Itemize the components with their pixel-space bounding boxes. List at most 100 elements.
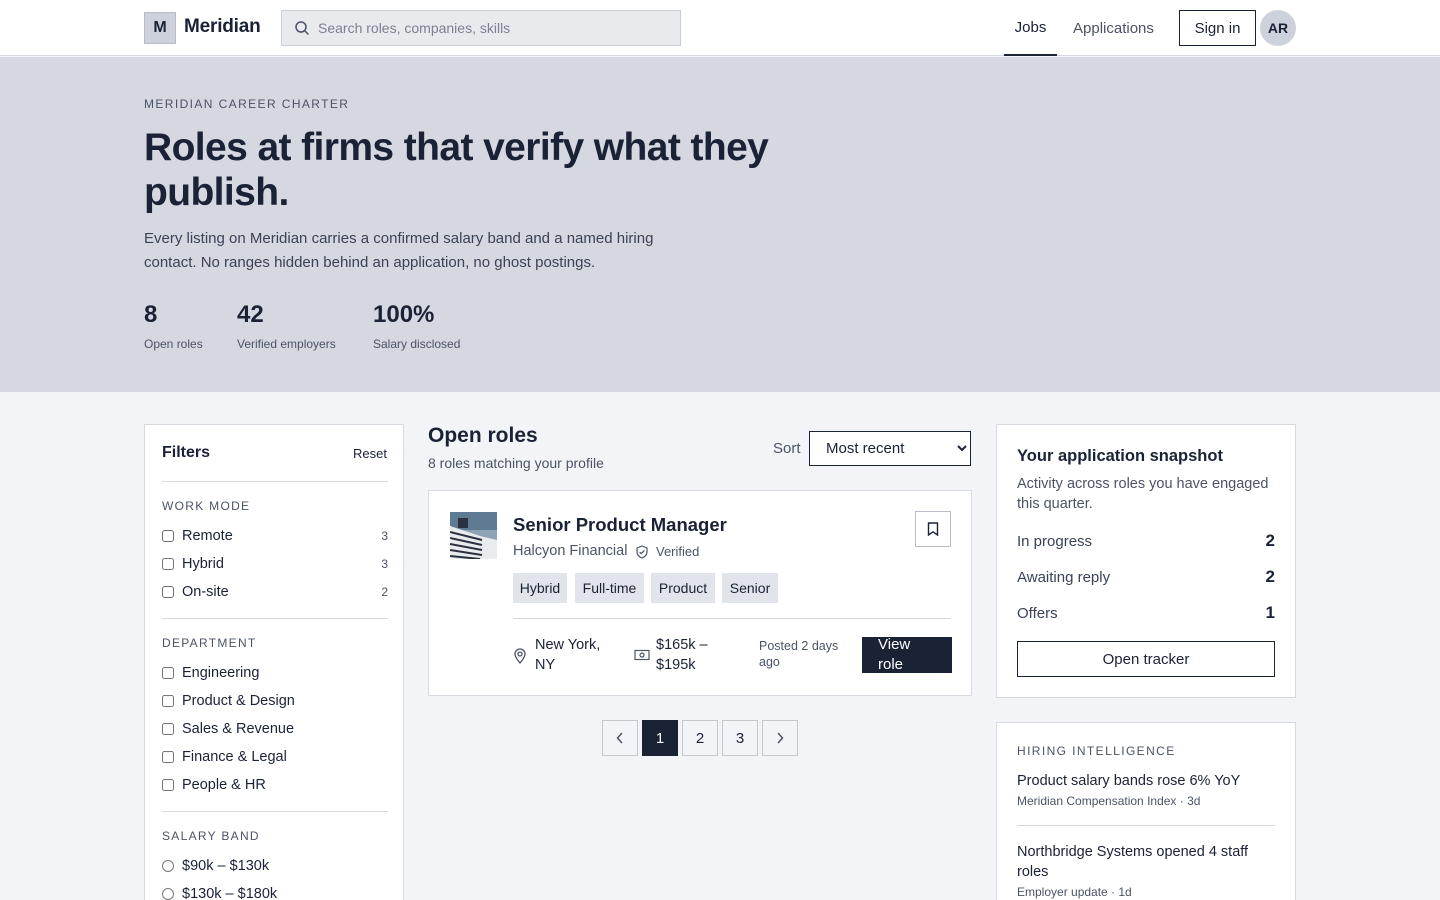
page-button-2[interactable]: 2	[682, 720, 718, 756]
filter-count: 2	[381, 585, 388, 599]
filter-finance-legal[interactable]: Finance & Legal	[162, 747, 388, 767]
hero-description: Every listing on Meridian carries a conf…	[144, 230, 654, 271]
divider	[162, 811, 388, 812]
salary-130-180-radio[interactable]	[162, 888, 174, 900]
reset-filters-button[interactable]: Reset	[353, 446, 387, 461]
open-tracker-button[interactable]: Open tracker	[1017, 641, 1275, 677]
snapshot-description: Activity across roles you have engaged t…	[1017, 476, 1269, 512]
snapshot-title: Your application snapshot	[1017, 447, 1223, 465]
remote-checkbox[interactable]	[162, 530, 174, 542]
snapshot-value: 2	[1265, 567, 1275, 586]
bookmark-icon	[927, 522, 939, 536]
hero-eyebrow: MERIDIAN CAREER CHARTER	[144, 97, 350, 111]
filter-label: Remote	[182, 528, 233, 544]
verified-shield-icon	[636, 545, 648, 559]
hybrid-checkbox[interactable]	[162, 558, 174, 570]
page-button-1[interactable]: 1	[642, 720, 678, 756]
filter-label: On-site	[182, 584, 229, 600]
search-icon	[295, 21, 309, 35]
company-image	[450, 512, 497, 559]
sign-in-button[interactable]: Sign in	[1179, 10, 1256, 46]
results-title: Open roles	[428, 424, 538, 447]
snapshot-label: Offers	[1017, 604, 1058, 622]
filter-label: $130k – $180k	[182, 886, 278, 900]
job-salary: $165k – $195k	[656, 637, 708, 673]
on-site-checkbox[interactable]	[162, 586, 174, 598]
job-location: New York, NY	[535, 637, 601, 673]
stat-label: Verified employers	[237, 337, 336, 351]
user-avatar[interactable]: AR	[1260, 10, 1296, 46]
next-page-button[interactable]	[762, 720, 798, 756]
tag-full-time: Full-time	[575, 573, 644, 603]
bookmark-button[interactable]	[915, 511, 951, 547]
people-hr-checkbox[interactable]	[162, 779, 174, 791]
filter-product-design[interactable]: Product & Design	[162, 691, 388, 711]
filter-label: Finance & Legal	[182, 749, 287, 765]
job-title[interactable]: Senior Product Manager	[513, 514, 727, 536]
intel-headline[interactable]: Northbridge Systems opened 4 staff roles	[1017, 842, 1277, 882]
application-snapshot-card: Your application snapshot Activity acros…	[996, 424, 1296, 698]
product-design-checkbox[interactable]	[162, 695, 174, 707]
stat-salary-disclosed: 100% Salary disclosed	[373, 301, 460, 351]
stat-verified-employers: 42 Verified employers	[237, 301, 336, 351]
brand-name[interactable]: Meridian	[184, 16, 261, 38]
filter-engineering[interactable]: Engineering	[162, 663, 388, 683]
page-button-3[interactable]: 3	[722, 720, 758, 756]
tag-product: Product	[651, 573, 715, 603]
snapshot-value: 2	[1265, 531, 1275, 550]
intelligence-heading: HIRING INTELLIGENCE	[1017, 744, 1176, 758]
intel-headline[interactable]: Product salary bands rose 6% YoY	[1017, 771, 1277, 791]
divider	[162, 618, 388, 619]
snapshot-row-offers: Offers 1	[1017, 603, 1275, 623]
sort-label: Sort	[773, 440, 801, 457]
chevron-right-icon	[777, 732, 784, 744]
nav-tab-applications[interactable]: Applications	[1073, 0, 1154, 56]
stat-value: 8	[144, 301, 158, 328]
salary-band-heading: SALARY BAND	[162, 829, 260, 843]
tag-hybrid: Hybrid	[513, 573, 567, 603]
filter-count: 3	[381, 529, 388, 543]
filter-hybrid[interactable]: Hybrid 3	[162, 554, 388, 574]
department-heading: DEPARTMENT	[162, 636, 257, 650]
filters-panel: Filters Reset WORK MODE Remote 3 Hybrid …	[144, 424, 404, 900]
prev-page-button[interactable]	[602, 720, 638, 756]
salary-90-130-radio[interactable]	[162, 860, 174, 872]
filter-label: Hybrid	[182, 556, 224, 572]
search-input[interactable]	[318, 20, 658, 36]
filter-label: Sales & Revenue	[182, 721, 295, 737]
filter-sales-revenue[interactable]: Sales & Revenue	[162, 719, 388, 739]
stat-open-roles: 8 Open roles	[144, 301, 203, 351]
stat-label: Salary disclosed	[373, 337, 461, 351]
work-mode-heading: WORK MODE	[162, 499, 251, 513]
logo-mark[interactable]: M	[144, 12, 176, 44]
divider	[513, 618, 951, 619]
sales-revenue-checkbox[interactable]	[162, 723, 174, 735]
engineering-checkbox[interactable]	[162, 667, 174, 679]
snapshot-label: In progress	[1017, 532, 1093, 550]
filter-count: 3	[381, 557, 388, 571]
job-card[interactable]: Senior Product Manager Halcyon Financial…	[428, 490, 972, 696]
stat-value: 42	[237, 301, 264, 328]
snapshot-value: 1	[1265, 603, 1275, 622]
filter-people-hr[interactable]: People & HR	[162, 775, 388, 795]
filter-salary-90-130[interactable]: $90k – $130k	[162, 856, 388, 876]
verified-badge: Verified	[656, 544, 700, 559]
filter-on-site[interactable]: On-site 2	[162, 582, 388, 602]
hero-title: Roles at firms that verify what they pub…	[144, 126, 769, 214]
filters-title: Filters	[162, 444, 211, 461]
snapshot-row-awaiting-reply: Awaiting reply 2	[1017, 567, 1275, 587]
company-name[interactable]: Halcyon Financial	[513, 543, 627, 559]
hero-section: MERIDIAN CAREER CHARTER Roles at firms t…	[0, 57, 1440, 392]
finance-legal-checkbox[interactable]	[162, 751, 174, 763]
intel-meta: Meridian Compensation Index · 3d	[1017, 794, 1201, 808]
search-bar[interactable]	[281, 10, 681, 46]
nav-tab-jobs[interactable]: Jobs	[1004, 0, 1057, 56]
snapshot-label: Awaiting reply	[1017, 568, 1111, 586]
view-role-button[interactable]: View role	[862, 636, 952, 673]
filter-salary-130-180[interactable]: $130k – $180k	[162, 884, 388, 900]
hiring-intelligence-card: HIRING INTELLIGENCE Product salary bands…	[996, 722, 1296, 900]
sort-select[interactable]: Most recent	[809, 431, 971, 466]
filter-label: Engineering	[182, 665, 260, 681]
divider	[1017, 825, 1275, 826]
filter-remote[interactable]: Remote 3	[162, 526, 388, 546]
